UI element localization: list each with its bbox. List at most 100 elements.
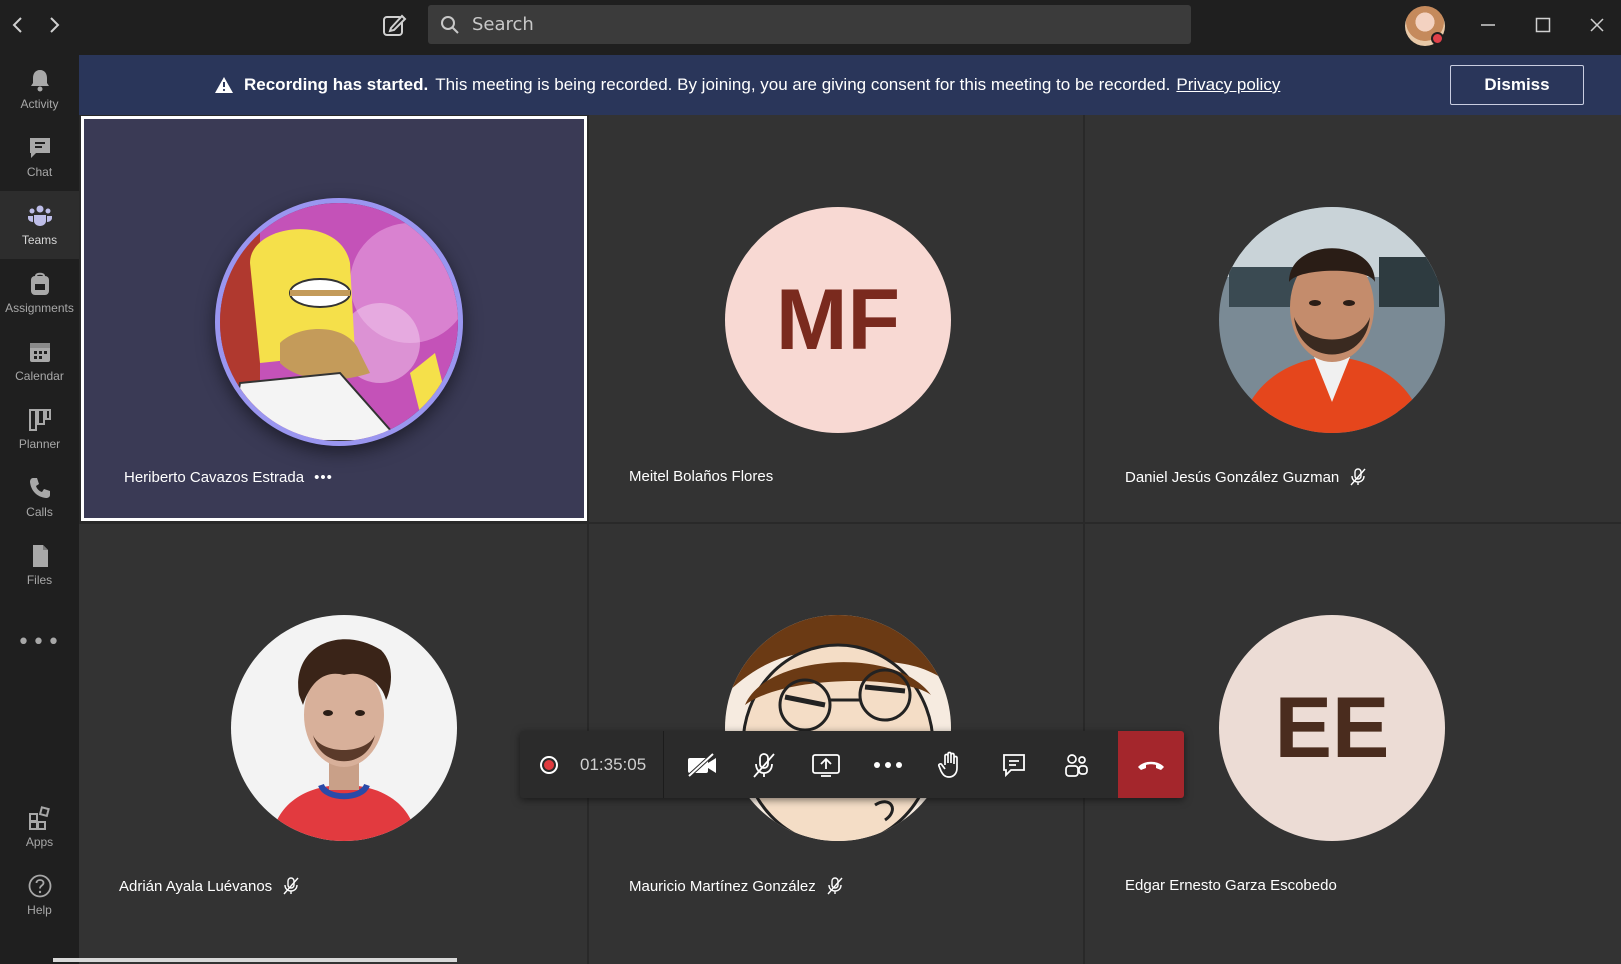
mic-off-icon (282, 877, 300, 895)
participant-tile[interactable]: Daniel Jesús González Guzman (1085, 115, 1621, 522)
participant-name-text: Heriberto Cavazos Estrada (124, 469, 305, 486)
chevron-right-icon (50, 17, 60, 33)
rail-item-teams[interactable]: Teams (0, 191, 79, 259)
apps-icon (28, 806, 50, 830)
initials-avatar: MF (725, 207, 951, 433)
participant-name: Mauricio Martínez González (629, 877, 844, 895)
chat-icon (29, 138, 50, 158)
help-icon (28, 874, 51, 898)
rail-item-help[interactable]: Help (0, 861, 79, 929)
cartoon-avatar-image (220, 203, 458, 441)
participants-button[interactable] (1044, 731, 1108, 798)
rail-label: Activity (20, 97, 59, 111)
participant-tile[interactable]: Heriberto Cavazos Estrada ••• (81, 116, 587, 521)
file-icon (32, 545, 48, 567)
mic-off-icon (826, 877, 844, 895)
camera-toggle-button[interactable] (670, 731, 734, 798)
participant-name-text: Mauricio Martínez González (629, 877, 816, 895)
participant-name: Daniel Jesús González Guzman (1125, 468, 1367, 486)
rail-item-calls[interactable]: Calls (0, 463, 79, 531)
mic-off-icon (1349, 468, 1367, 486)
back-button[interactable] (6, 10, 30, 40)
mic-toggle-button[interactable] (732, 731, 796, 798)
title-bar: Search (0, 0, 1621, 55)
backpack-icon (30, 272, 49, 295)
close-button[interactable] (1580, 10, 1614, 40)
people-icon (1065, 753, 1088, 777)
avatar (1219, 207, 1445, 433)
hang-up-icon (1138, 761, 1164, 770)
meeting-stage: Heriberto Cavazos Estrada ••• MF Meitel … (53, 115, 1621, 964)
bell-icon (30, 70, 49, 92)
scrollbar[interactable] (53, 958, 457, 962)
planner-icon (28, 409, 51, 431)
rail-item-activity[interactable]: Activity (0, 55, 79, 123)
recording-banner: Recording has started. This meeting is b… (79, 55, 1621, 115)
minimize-button[interactable] (1471, 10, 1505, 40)
rail-item-files[interactable]: Files (0, 531, 79, 599)
rail-label: Apps (25, 835, 54, 849)
maximize-button[interactable] (1526, 10, 1560, 40)
banner-message: Recording has started. This meeting is b… (214, 55, 1280, 115)
participant-name-text: Meitel Bolaños Flores (629, 468, 774, 485)
new-chat-button[interactable] (380, 11, 408, 39)
close-icon (1590, 18, 1604, 32)
avatar (215, 198, 463, 446)
banner-body: This meeting is being recorded. By joini… (435, 75, 1171, 94)
chevron-left-icon (12, 17, 22, 33)
banner-title: Recording has started. (244, 75, 429, 94)
call-timer: 01:35:05 (580, 754, 647, 774)
warning-icon (215, 77, 233, 93)
initials-avatar: EE (1219, 615, 1445, 841)
rail-label: Chat (26, 165, 53, 179)
rail-item-apps[interactable]: Apps (0, 793, 79, 861)
recording-icon (540, 755, 558, 774)
search-placeholder: Search (472, 14, 534, 35)
minimize-icon (1481, 24, 1495, 26)
rail-label: Teams (21, 233, 58, 247)
chat-icon (1003, 753, 1025, 777)
cartoon-avatar-image (725, 615, 951, 841)
chat-button[interactable] (982, 731, 1046, 798)
maximize-icon (1535, 17, 1551, 33)
participant-tile[interactable]: MF Meitel Bolaños Flores (589, 115, 1083, 522)
participant-tile[interactable]: Adrián Ayala Luévanos (79, 524, 587, 964)
rail-label: Assignments (5, 301, 74, 315)
call-controls: 01:35:05 (520, 731, 1184, 798)
participant-photo (231, 615, 457, 841)
rail-item-calendar[interactable]: Calendar (0, 327, 79, 395)
rail-label: Files (26, 573, 53, 587)
participant-photo (1219, 207, 1445, 433)
more-apps-button[interactable]: ••• (0, 630, 79, 655)
compose-icon (383, 14, 407, 36)
share-screen-icon (812, 753, 840, 777)
hang-up-button[interactable] (1118, 731, 1184, 798)
calendar-icon (29, 343, 50, 362)
participant-name-text: Edgar Ernesto Garza Escobedo (1125, 877, 1337, 894)
recording-timer: 01:35:05 (520, 731, 664, 798)
participant-name: Edgar Ernesto Garza Escobedo (1125, 877, 1337, 894)
dismiss-button[interactable]: Dismiss (1450, 65, 1584, 105)
avatar (231, 615, 457, 841)
participant-name-text: Adrián Ayala Luévanos (119, 877, 273, 895)
teams-meeting-window: Search Activity Chat Teams Assignments C… (0, 0, 1621, 964)
search-input[interactable]: Search (428, 5, 1191, 44)
privacy-policy-link[interactable]: Privacy policy (1176, 75, 1280, 95)
forward-button[interactable] (42, 10, 66, 40)
rail-label: Calendar (15, 369, 64, 383)
raise-hand-icon (937, 751, 958, 778)
raise-hand-button[interactable] (918, 731, 982, 798)
more-actions-button[interactable] (856, 731, 920, 798)
share-screen-button[interactable] (794, 731, 858, 798)
camera-off-icon (687, 752, 716, 777)
presence-badge (1431, 32, 1444, 45)
participant-name-text: Daniel Jesús González Guzman (1125, 468, 1340, 486)
rail-item-planner[interactable]: Planner (0, 395, 79, 463)
teams-icon (27, 205, 52, 226)
more-options-button[interactable]: ••• (314, 469, 333, 486)
avatar (725, 615, 951, 841)
search-icon (441, 15, 459, 34)
rail-item-chat[interactable]: Chat (0, 123, 79, 191)
participant-name: Meitel Bolaños Flores (629, 468, 773, 485)
rail-item-assignments[interactable]: Assignments (0, 259, 79, 327)
